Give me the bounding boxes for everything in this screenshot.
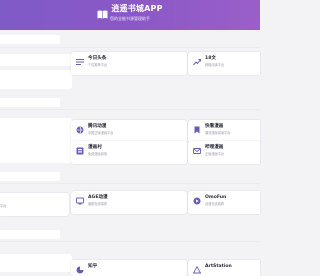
left-card[interactable] <box>0 254 72 272</box>
section-header <box>0 172 60 181</box>
app-header: 逍遥书城APP 您的全能书源管理助手 <box>0 0 260 30</box>
source-desc: 平台 <box>0 204 7 208</box>
play-icon <box>193 197 201 205</box>
source-card-age[interactable]: AGE动漫 番剧在线观看 <box>71 191 187 214</box>
source-card-manhuacun[interactable]: 漫画村 免费漫画阅读 <box>71 141 187 164</box>
source-desc: 潮流漫画阅读平台 <box>205 131 231 135</box>
source-desc: 网络阅读平台 <box>205 63 225 67</box>
divider <box>0 241 260 242</box>
divider <box>0 47 260 48</box>
source-desc: 免费漫画阅读 <box>88 152 108 156</box>
source-desc: 正版漫画平台 <box>205 152 225 156</box>
source-card-18wen[interactable]: 18文 网络阅读平台 <box>188 52 260 75</box>
book-icon <box>97 4 108 19</box>
section-header <box>0 230 60 239</box>
left-card[interactable] <box>0 118 72 163</box>
source-card-bilibili-comic[interactable]: 哔哩漫画 正版漫画平台 <box>188 141 260 164</box>
source-name: 今日头条 <box>88 56 107 61</box>
source-card-jinritoutiao[interactable]: 今日头条 个性推荐平台 <box>71 52 187 75</box>
source-name: OmoFun <box>205 195 227 200</box>
app-title: 逍遥书城APP <box>111 3 163 13</box>
divider <box>0 109 260 110</box>
divider <box>0 183 260 184</box>
pie-icon <box>76 266 84 274</box>
source-name: AGE动漫 <box>88 195 108 200</box>
source-name: 哔哩漫画 <box>205 145 224 150</box>
source-name: ArtStation <box>205 264 232 269</box>
source-desc: 动漫在线观看 <box>205 202 225 206</box>
source-card-artstation[interactable]: ArtStation <box>188 260 260 276</box>
source-card-omofun[interactable]: OmoFun 动漫在线观看 <box>188 191 260 214</box>
source-name: 腾讯动漫 <box>88 124 107 129</box>
source-desc: 番剧在线观看 <box>88 202 108 206</box>
flask-icon <box>76 147 84 155</box>
tv-icon <box>76 197 84 205</box>
trend-icon <box>193 58 201 66</box>
globe-icon <box>76 126 84 134</box>
left-card[interactable] <box>0 70 72 89</box>
source-desc: 中国正版漫画平台 <box>88 131 114 135</box>
source-name: 漫画村 <box>88 145 102 150</box>
section-header <box>0 98 60 107</box>
source-name: 快看漫画 <box>205 124 224 129</box>
section-header <box>0 35 60 44</box>
bookmark-icon <box>193 126 201 134</box>
left-card[interactable] <box>0 54 72 66</box>
source-name: 知乎 <box>88 264 98 269</box>
source-card-zhihu[interactable]: 知乎 <box>71 260 187 276</box>
app-subtitle: 您的全能书源管理助手 <box>110 16 150 21</box>
source-name: 18文 <box>205 56 216 61</box>
source-card-kuaikan[interactable]: 快看漫画 潮流漫画阅读平台 <box>188 120 260 143</box>
mail-icon <box>193 147 201 155</box>
triangle-icon <box>193 266 201 274</box>
left-source-card[interactable]: 平台 <box>0 193 69 216</box>
list-icon <box>76 58 84 66</box>
source-card-tencent-comic[interactable]: 腾讯动漫 中国正版漫画平台 <box>71 120 187 143</box>
source-desc: 个性推荐平台 <box>88 63 108 67</box>
